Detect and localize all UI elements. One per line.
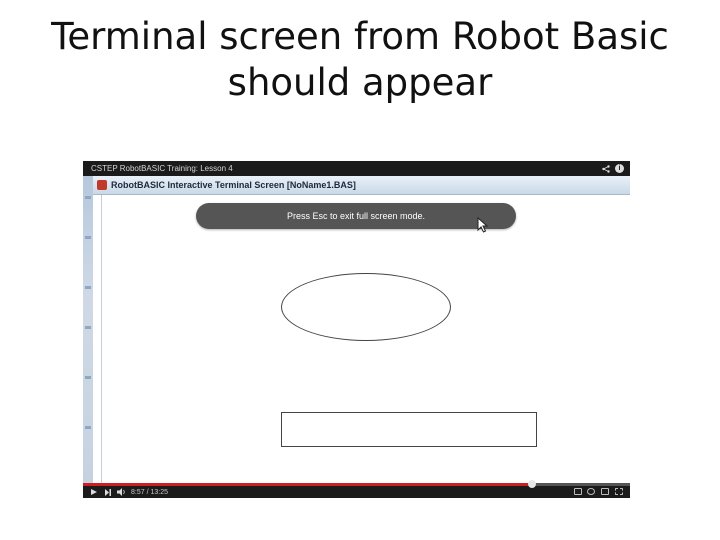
window-title: RobotBASIC Interactive Terminal Screen […: [111, 180, 356, 190]
window-title-bar[interactable]: RobotBASIC Interactive Terminal Screen […: [93, 176, 630, 195]
info-icon[interactable]: i: [615, 164, 624, 173]
volume-icon[interactable]: [117, 488, 127, 496]
rectangle-shape: [281, 412, 537, 447]
video-title[interactable]: CSTEP RobotBASIC Training: Lesson 4: [91, 161, 233, 176]
share-icon[interactable]: [602, 161, 610, 176]
robotbasic-terminal-window: RobotBASIC Interactive Terminal Screen […: [93, 176, 630, 483]
theater-mode-icon[interactable]: [601, 488, 609, 495]
window-divider: [101, 195, 102, 483]
desktop-side-strip: [83, 176, 93, 483]
progress-track[interactable]: [83, 480, 630, 488]
mouse-cursor-icon: [477, 217, 489, 233]
robotbasic-app-icon: [97, 180, 107, 190]
video-screenshot: CSTEP RobotBASIC Training: Lesson 4 i Ro…: [83, 161, 630, 498]
progress-scrubber[interactable]: [527, 480, 536, 488]
progress-fill: [83, 483, 532, 486]
next-icon[interactable]: [105, 489, 111, 496]
ellipse-shape: [281, 273, 451, 341]
slide-title: Terminal screen from Robot Basic should …: [0, 14, 720, 106]
captions-icon[interactable]: [574, 488, 582, 495]
video-top-bar: CSTEP RobotBASIC Training: Lesson 4 i: [83, 161, 630, 176]
play-icon[interactable]: [91, 489, 97, 495]
video-time: 8:57 / 13:25: [131, 489, 168, 496]
settings-icon[interactable]: [587, 488, 595, 495]
fullscreen-icon[interactable]: [615, 488, 623, 495]
slide-title-line-2: should appear: [227, 61, 493, 104]
video-controls-bar: 8:57 / 13:25: [83, 480, 630, 498]
fullscreen-notice: Press Esc to exit full screen mode.: [196, 203, 516, 229]
slide-title-line-1: Terminal screen from Robot Basic: [51, 15, 669, 58]
